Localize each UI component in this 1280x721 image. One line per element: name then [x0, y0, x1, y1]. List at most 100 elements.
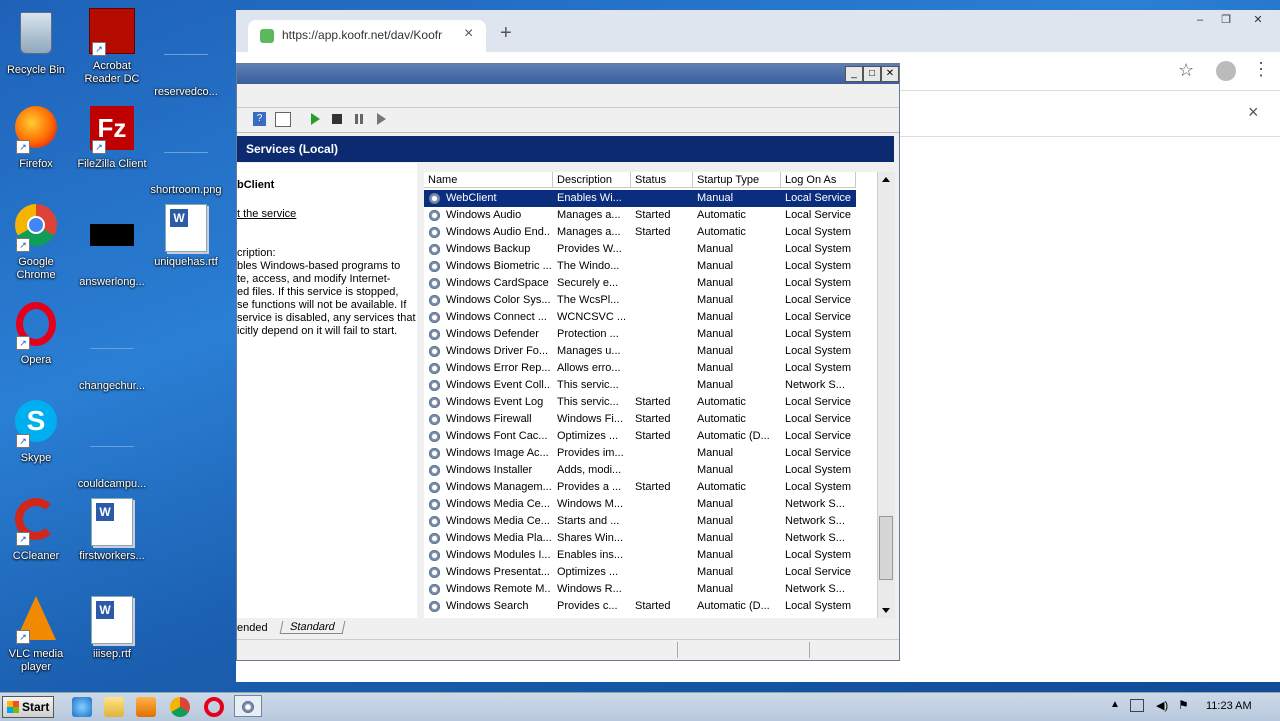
services-list: Name Description Status Startup Type Log… — [424, 172, 894, 618]
gear-icon — [428, 345, 441, 358]
help-icon[interactable]: ? — [253, 112, 266, 126]
view-icon[interactable] — [275, 112, 291, 127]
table-row[interactable]: Windows CardSpace Securely e... Manual Loca… — [424, 275, 856, 292]
table-row[interactable]: Windows Firewall Windows Fi... Started Auto… — [424, 411, 856, 428]
close-icon[interactable]: ✕ — [1244, 12, 1272, 28]
word-document-icon[interactable]: W uniquehas.rtf — [150, 204, 222, 269]
media-player-icon[interactable] — [136, 697, 156, 717]
recycle-bin-icon[interactable]: Recycle Bin — [0, 8, 72, 77]
profile-avatar-icon[interactable] — [1216, 61, 1236, 81]
new-tab-button[interactable]: + — [500, 22, 512, 45]
maximize-icon[interactable]: □ — [863, 66, 881, 82]
table-row[interactable]: Windows Managem... Provides a ... Started A… — [424, 479, 856, 496]
file-icon[interactable]: couldcampu... — [76, 400, 148, 491]
folder-icon[interactable] — [104, 697, 124, 717]
file-icon[interactable]: changechur... — [76, 302, 148, 393]
network-icon[interactable] — [1130, 699, 1144, 712]
stop-service-link[interactable]: t the service — [237, 208, 296, 220]
service-status: Started — [635, 209, 671, 221]
services-taskbar-button[interactable] — [234, 695, 262, 717]
table-row[interactable]: Windows Audio End... Manages a... Started A… — [424, 224, 856, 241]
skype-icon[interactable]: S ↗ Skype — [0, 400, 72, 465]
acrobat-reader-icon[interactable]: ↗ Acrobat Reader DC — [76, 8, 148, 86]
vertical-scrollbar[interactable] — [877, 172, 895, 618]
infobar-close-icon[interactable]: × — [1248, 102, 1259, 123]
table-row[interactable]: Windows Installer Adds, modi... Manual Loca… — [424, 462, 856, 479]
table-row[interactable]: Windows Event Coll... This servic... Manua… — [424, 377, 856, 394]
table-row[interactable]: Windows Defender Protection ... Manual Loca… — [424, 326, 856, 343]
description-line: bles Windows-based programs to — [237, 260, 401, 272]
description-line: service is disabled, any services that — [237, 312, 416, 324]
column-header-log-on-as[interactable]: Log On As — [781, 172, 856, 188]
gear-icon — [428, 396, 441, 409]
chrome-icon[interactable] — [170, 697, 190, 717]
tab-standard[interactable]: Standard — [279, 621, 346, 634]
table-row[interactable]: Windows Presentat... Optimizes ... Manual L… — [424, 564, 856, 581]
description-line: icitly depend on it will fail to start. — [237, 325, 398, 337]
clock[interactable]: 11:23 AM — [1206, 700, 1252, 712]
tab-extended[interactable]: ended — [237, 622, 268, 634]
column-header-name[interactable]: Name — [424, 172, 553, 188]
file-icon[interactable]: shortroom.png — [150, 106, 222, 197]
gear-icon — [428, 600, 441, 613]
start-button[interactable]: Start — [2, 696, 54, 718]
service-status: Started — [635, 481, 671, 493]
scroll-thumb[interactable] — [879, 516, 893, 580]
table-row[interactable]: WebClient Enables Wi... Manual Local Servic… — [424, 190, 856, 207]
file-icon[interactable]: reservedco... — [150, 8, 222, 99]
table-row[interactable]: Windows Remote M... Windows R... Manual Net… — [424, 581, 856, 598]
firefox-icon[interactable]: ↗ Firefox — [0, 106, 72, 171]
bookmark-star-icon[interactable]: ☆ — [1178, 60, 1194, 81]
word-document-icon[interactable]: W iiisep.rtf — [76, 596, 148, 661]
table-row[interactable]: Windows Media Ce... Starts and ... Manual N… — [424, 513, 856, 530]
table-row[interactable]: Windows Media Ce... Windows M... Manual Net… — [424, 496, 856, 513]
minimize-icon[interactable]: _ — [845, 66, 863, 82]
scroll-up-icon[interactable] — [882, 177, 890, 182]
stop-service-icon[interactable] — [332, 114, 342, 124]
table-row[interactable]: Windows Backup Provides W... Manual Local S… — [424, 241, 856, 258]
service-startup-type: Manual — [697, 243, 734, 255]
table-row[interactable]: Windows Event Log This servic... Started Au… — [424, 394, 856, 411]
minimize-icon[interactable]: – — [1186, 12, 1214, 28]
table-row[interactable]: Windows Biometric ... The Windo... Manual L… — [424, 258, 856, 275]
chrome-icon[interactable]: ↗ Google Chrome — [0, 204, 72, 282]
internet-explorer-icon[interactable] — [72, 697, 92, 717]
stop-service-link-text[interactable]: t the service — [237, 208, 296, 220]
table-row[interactable]: Windows Font Cac... Optimizes ... Started A… — [424, 428, 856, 445]
tab-close-icon[interactable]: × — [464, 25, 473, 43]
table-row[interactable]: Windows Modules I... Enables ins... Manual… — [424, 547, 856, 564]
table-row[interactable]: Windows Audio Manages a... Started Automati… — [424, 207, 856, 224]
ccleaner-icon[interactable]: ↗ CCleaner — [0, 498, 72, 563]
volume-icon[interactable]: ◀) — [1156, 699, 1168, 712]
show-hidden-icons[interactable]: ▲ — [1110, 699, 1120, 710]
table-row[interactable]: Windows Image Ac... Provides im... Manual L… — [424, 445, 856, 462]
vlc-icon[interactable]: ↗ VLC media player — [0, 596, 72, 674]
table-row[interactable]: Windows Search Provides c... Started Automa… — [424, 598, 856, 615]
table-row[interactable]: Windows Driver Fo... Manages u... Manual Lo… — [424, 343, 856, 360]
table-row[interactable]: Windows Color Sys... The WcsPl... Manual Lo… — [424, 292, 856, 309]
service-description: Provides a ... — [557, 481, 622, 493]
column-header-description[interactable]: Description — [553, 172, 631, 188]
opera-icon[interactable] — [204, 697, 224, 717]
menu-icon[interactable]: ⋮ — [1252, 59, 1270, 80]
pause-service-icon[interactable] — [355, 114, 358, 124]
filezilla-icon[interactable]: Fz ↗ FileZilla Client — [76, 106, 148, 171]
action-center-flag-icon[interactable]: ⚑ — [1178, 698, 1189, 712]
word-document-icon[interactable]: W firstworkers... — [76, 498, 148, 563]
column-header-status[interactable]: Status — [631, 172, 693, 188]
table-row[interactable]: Windows Media Pla... Shares Win... Manual N… — [424, 530, 856, 547]
browser-tab[interactable]: https://app.koofr.net/dav/Koofr × — [248, 20, 486, 52]
start-service-icon[interactable] — [311, 113, 320, 125]
scroll-down-icon[interactable] — [882, 608, 890, 613]
maximize-icon[interactable]: ❐ — [1212, 12, 1240, 28]
table-row[interactable]: Windows Connect ... WCNCSVC ... Manual Loca… — [424, 309, 856, 326]
service-logon: Local Service — [785, 413, 852, 425]
opera-icon[interactable]: ↗ Opera — [0, 302, 72, 367]
column-header-startup-type[interactable]: Startup Type — [693, 172, 781, 188]
table-row[interactable]: Windows Error Rep... Allows erro... Manual… — [424, 360, 856, 377]
service-logon: Local Service — [785, 294, 852, 306]
restart-service-icon[interactable] — [377, 113, 386, 125]
gear-icon — [428, 566, 441, 579]
close-icon[interactable]: ✕ — [881, 66, 899, 82]
file-icon[interactable]: answerlong... — [76, 204, 148, 289]
